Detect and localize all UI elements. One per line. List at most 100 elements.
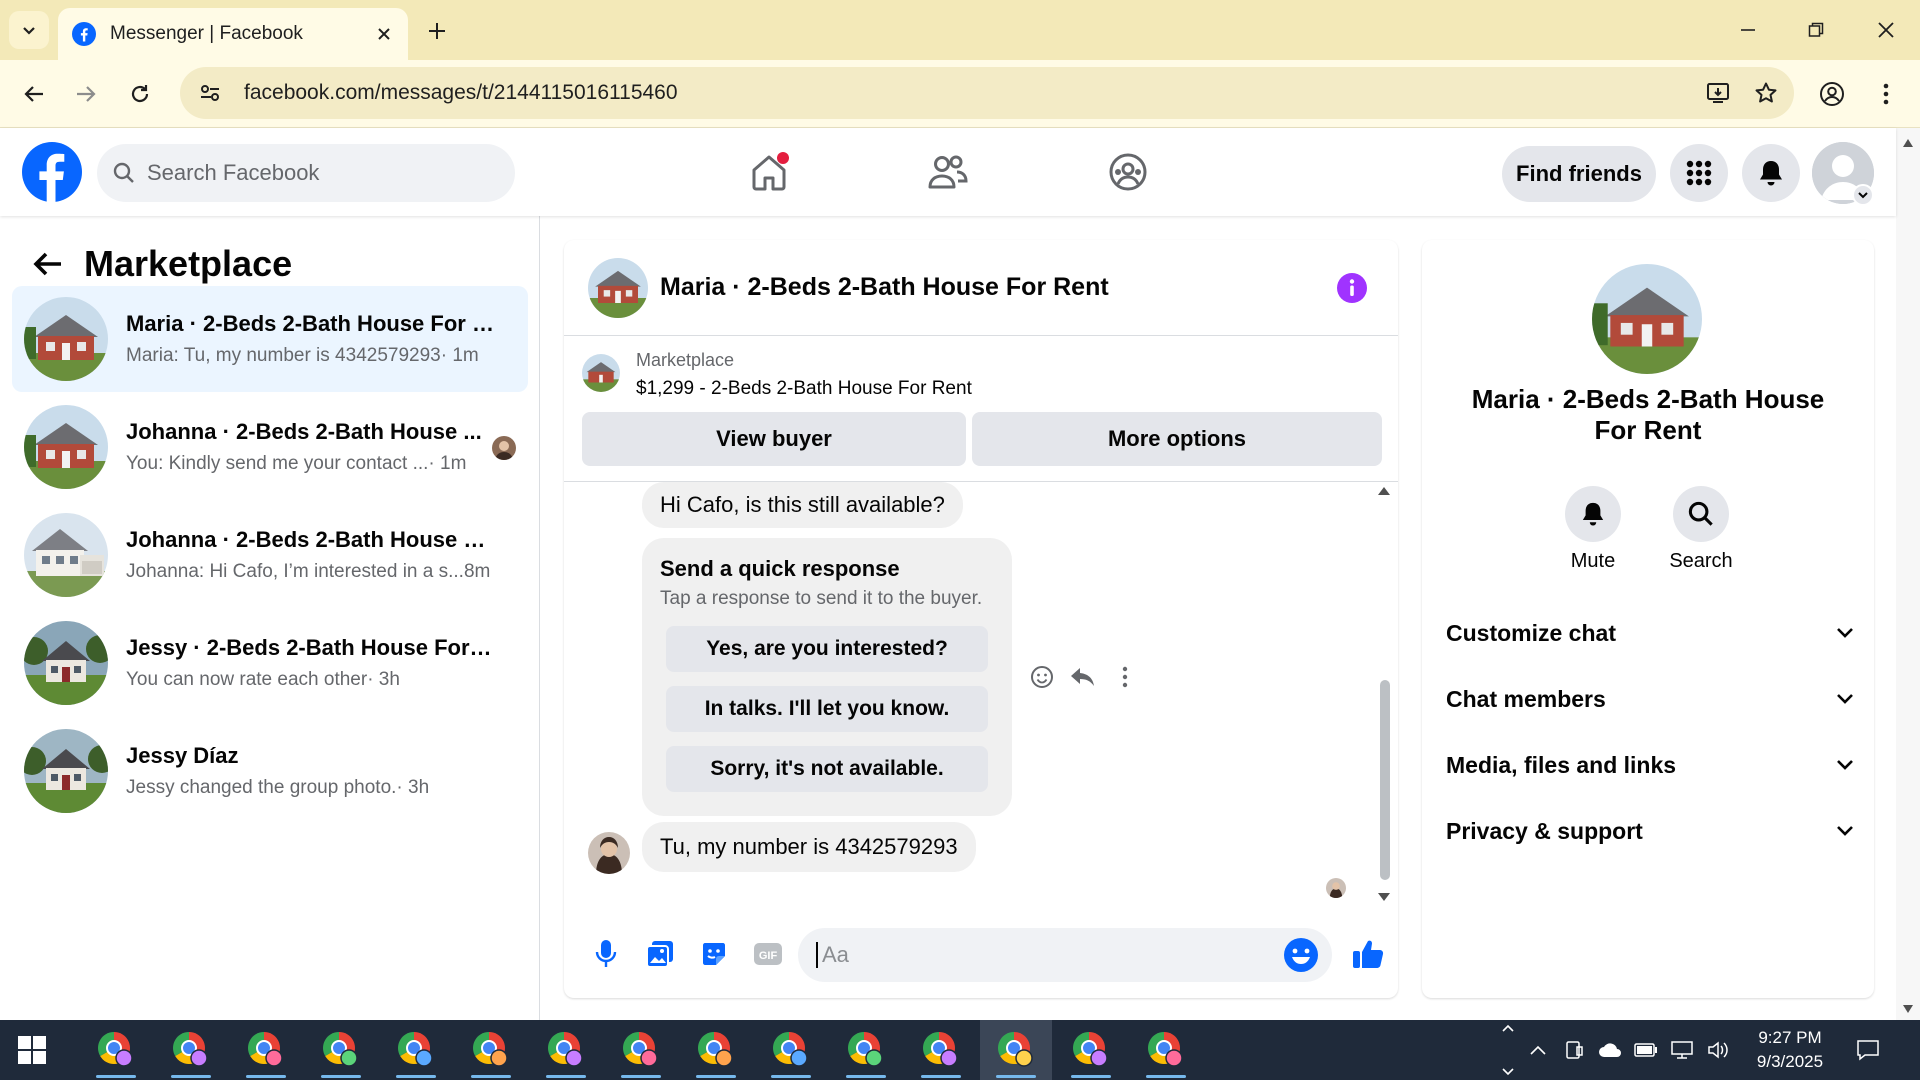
browser-profile-button[interactable] bbox=[1814, 76, 1850, 112]
taskbar-chrome-window[interactable] bbox=[980, 1020, 1052, 1080]
taskbar-chrome-window[interactable] bbox=[155, 1020, 227, 1080]
taskbar-chrome-window[interactable] bbox=[455, 1020, 527, 1080]
conversation-item[interactable]: Johanna · 2-Beds 2-Bath House Fo... Joha… bbox=[12, 502, 528, 608]
facebook-logo-icon[interactable] bbox=[22, 142, 82, 202]
conversation-preview: Johanna: Hi Cafo, I’m interested in a s.… bbox=[126, 561, 464, 582]
volume-tray-icon[interactable] bbox=[1704, 1036, 1732, 1064]
react-button[interactable] bbox=[1027, 662, 1057, 692]
tab-close-button[interactable] bbox=[370, 20, 398, 48]
more-actions-button[interactable] bbox=[1110, 662, 1140, 692]
notification-center-button[interactable] bbox=[1854, 1036, 1882, 1064]
windows-start-icon[interactable] bbox=[18, 1036, 46, 1064]
chat-avatar[interactable] bbox=[588, 257, 648, 318]
scroll-up-arrow-icon[interactable] bbox=[1902, 138, 1914, 148]
taskbar-chrome-window[interactable] bbox=[755, 1020, 827, 1080]
install-app-button[interactable] bbox=[1698, 73, 1738, 113]
conversation-avatar[interactable] bbox=[1592, 264, 1702, 374]
site-info-button[interactable] bbox=[192, 75, 228, 111]
quick-response-option[interactable]: Yes, are you interested? bbox=[666, 626, 988, 672]
taskbar-chrome-window[interactable] bbox=[530, 1020, 602, 1080]
chat-members-section[interactable]: Chat members bbox=[1446, 674, 1854, 724]
taskbar-chrome-window[interactable] bbox=[305, 1020, 377, 1080]
message-bubble[interactable]: Tu, my number is 4342579293 bbox=[642, 822, 976, 872]
quick-response-option[interactable]: Sorry, it's not available. bbox=[666, 746, 988, 792]
bookmark-button[interactable] bbox=[1746, 73, 1786, 113]
taskbar-chrome-window[interactable] bbox=[230, 1020, 302, 1080]
battery-tray-icon[interactable] bbox=[1632, 1036, 1660, 1064]
conversation-item[interactable]: Maria · 2-Beds 2-Bath House For R... Mar… bbox=[12, 286, 528, 392]
privacy-support-section[interactable]: Privacy & support bbox=[1446, 806, 1854, 856]
taskbar-chrome-window[interactable] bbox=[605, 1020, 677, 1080]
menu-button[interactable] bbox=[1670, 144, 1728, 202]
find-friends-button[interactable]: Find friends bbox=[1502, 146, 1656, 202]
conversation-item[interactable]: Johanna · 2-Beds 2-Bath House ... You: K… bbox=[12, 394, 528, 500]
chat-scrollbar-thumb[interactable] bbox=[1380, 680, 1390, 880]
listing-thumbnail[interactable] bbox=[582, 354, 620, 392]
sender-avatar[interactable] bbox=[588, 832, 630, 874]
taskbar-scroll[interactable] bbox=[1494, 1024, 1522, 1076]
message-input[interactable] bbox=[816, 942, 1256, 968]
onedrive-tray-icon[interactable] bbox=[1596, 1036, 1624, 1064]
back-to-chats-button[interactable] bbox=[26, 242, 70, 286]
running-indicator bbox=[771, 1075, 811, 1078]
taskbar-chrome-window[interactable] bbox=[830, 1020, 902, 1080]
message-bubble[interactable]: Hi Cafo, is this still available? bbox=[642, 482, 963, 528]
taskbar-chrome-window[interactable] bbox=[680, 1020, 752, 1080]
chat-title[interactable]: Maria · 2-Beds 2-Bath House For Rent bbox=[660, 273, 1330, 302]
taskbar-chrome-window[interactable] bbox=[905, 1020, 977, 1080]
search-in-conversation-button[interactable] bbox=[1673, 486, 1729, 542]
mute-action[interactable]: Mute bbox=[1548, 486, 1638, 573]
scroll-down-arrow-icon[interactable] bbox=[1377, 892, 1391, 902]
taskbar-chrome-window[interactable] bbox=[380, 1020, 452, 1080]
sticker-button[interactable] bbox=[694, 934, 734, 974]
back-button[interactable] bbox=[16, 76, 52, 112]
conversation-item[interactable]: Jessy · 2-Beds 2-Bath House For R... You… bbox=[12, 610, 528, 716]
minimize-button[interactable] bbox=[1720, 8, 1776, 52]
account-menu-chevron[interactable] bbox=[1852, 184, 1874, 206]
reply-button[interactable] bbox=[1068, 662, 1098, 692]
forward-button[interactable] bbox=[68, 76, 104, 112]
scroll-down-arrow-icon[interactable] bbox=[1902, 1004, 1914, 1014]
browser-tab-active[interactable]: Messenger | Facebook bbox=[58, 8, 408, 60]
nav-friends[interactable] bbox=[888, 138, 1008, 206]
reload-button[interactable] bbox=[122, 76, 158, 112]
nav-home[interactable] bbox=[709, 138, 829, 206]
message-input-box[interactable] bbox=[798, 928, 1332, 982]
scroll-up-arrow-icon[interactable] bbox=[1377, 486, 1391, 496]
voice-clip-button[interactable] bbox=[586, 934, 626, 974]
listing-title[interactable]: $1,299 - 2-Beds 2-Bath House For Rent bbox=[636, 378, 972, 400]
nav-groups[interactable] bbox=[1068, 138, 1188, 206]
address-bar[interactable]: facebook.com/messages/t/2144115016115460 bbox=[180, 67, 1794, 119]
more-options-button[interactable]: More options bbox=[972, 412, 1382, 466]
search-action[interactable]: Search bbox=[1656, 486, 1746, 573]
close-window-button[interactable] bbox=[1858, 8, 1914, 52]
notifications-button[interactable] bbox=[1742, 144, 1800, 202]
facebook-search[interactable] bbox=[97, 144, 515, 202]
mute-button[interactable] bbox=[1565, 486, 1621, 542]
facebook-search-input[interactable] bbox=[147, 160, 487, 186]
quick-response-option[interactable]: In talks. I'll let you know. bbox=[666, 686, 988, 732]
meet-now-tray-icon[interactable] bbox=[1560, 1036, 1588, 1064]
url-text[interactable]: facebook.com/messages/t/2144115016115460 bbox=[244, 81, 1698, 105]
emoji-icon[interactable] bbox=[1282, 936, 1320, 974]
taskbar-chrome-window[interactable] bbox=[1130, 1020, 1202, 1080]
customize-chat-section[interactable]: Customize chat bbox=[1446, 608, 1854, 658]
attach-photo-button[interactable] bbox=[640, 934, 680, 974]
media-files-links-section[interactable]: Media, files and links bbox=[1446, 740, 1854, 790]
restore-button[interactable] bbox=[1788, 8, 1844, 52]
conversation-item[interactable]: Jessy Díaz Jessy changed the group photo… bbox=[12, 718, 528, 824]
taskbar-clock[interactable]: 9:27 PM 9/3/2025 bbox=[1740, 1026, 1840, 1074]
view-buyer-button[interactable]: View buyer bbox=[582, 412, 966, 466]
page-scrollbar[interactable] bbox=[1896, 128, 1920, 1020]
new-tab-button[interactable] bbox=[420, 16, 454, 46]
gif-button[interactable]: GIF bbox=[748, 934, 788, 974]
taskbar-chrome-window[interactable] bbox=[80, 1020, 152, 1080]
show-hidden-icons-button[interactable] bbox=[1524, 1036, 1552, 1064]
tab-search-button[interactable] bbox=[9, 11, 49, 49]
like-button[interactable] bbox=[1348, 934, 1388, 974]
network-tray-icon[interactable] bbox=[1668, 1036, 1696, 1064]
conversation-info-button[interactable] bbox=[1330, 266, 1374, 310]
taskbar-chrome-window[interactable] bbox=[1055, 1020, 1127, 1080]
browser-menu-button[interactable] bbox=[1868, 76, 1904, 112]
star-icon bbox=[1755, 82, 1777, 103]
